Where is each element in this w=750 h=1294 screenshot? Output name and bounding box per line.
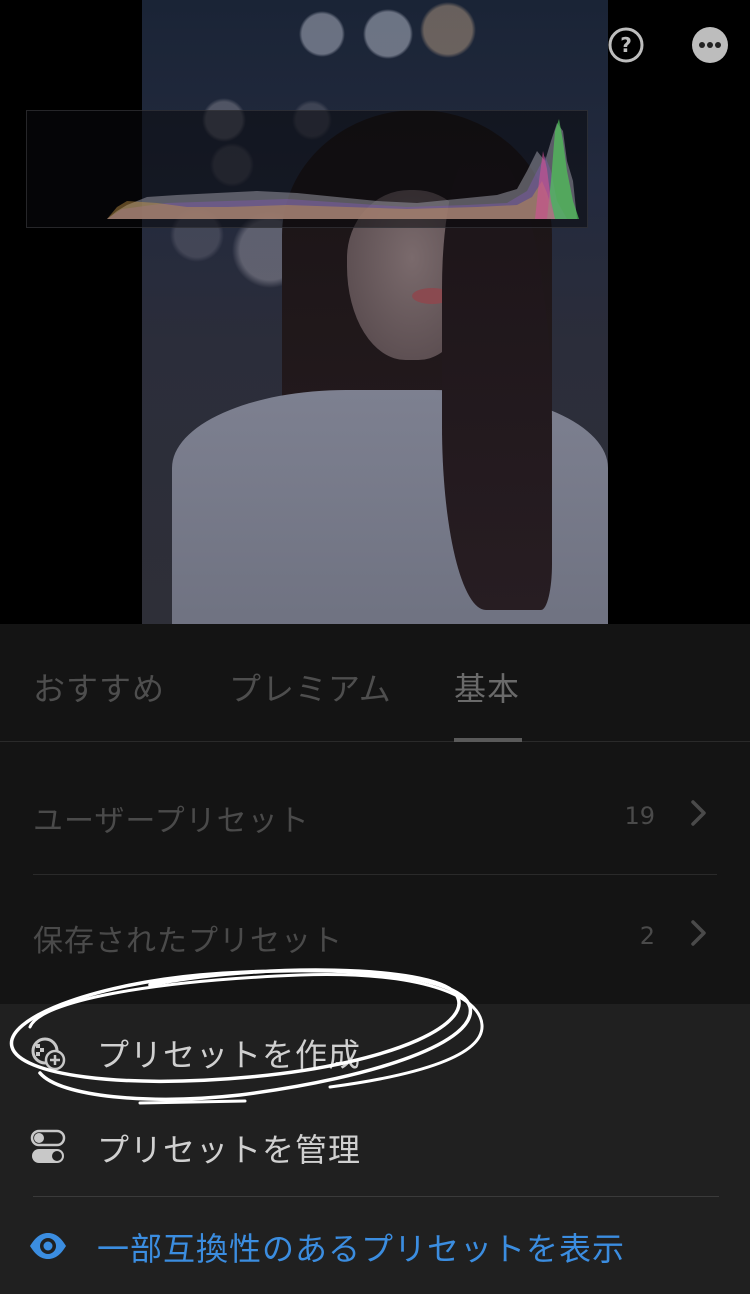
create-preset-menu-item[interactable]: プリセットを作成 [0,1004,750,1100]
show-compatible-presets-label: 一部互換性のあるプリセットを表示 [97,1230,626,1268]
tab-premium[interactable]: プレミアム [229,664,392,710]
preset-tabs: おすすめ プレミアム 基本 [0,624,750,742]
eye-icon [28,1226,68,1266]
create-preset-label: プリセットを作成 [97,1036,362,1074]
list-item-saved-presets[interactable]: 保存されたプリセット 2 [33,874,717,994]
show-compatible-presets-menu-item[interactable]: 一部互換性のあるプリセットを表示 [0,1198,750,1294]
list-item-label: 保存されたプリセット [33,924,343,959]
preset-action-sheet: プリセットを作成 プリセットを管理 一部互換性のあるプリセットを表示 [0,1004,750,1294]
histogram-graph [107,119,579,219]
list-item-user-presets[interactable]: ユーザープリセット 19 [33,754,717,875]
svg-text:?: ? [620,33,632,57]
list-item-label: ユーザープリセット [33,804,310,839]
tab-basic[interactable]: 基本 [454,664,520,710]
manage-presets-menu-item[interactable]: プリセットを管理 [0,1099,750,1195]
active-tab-indicator [454,738,522,742]
help-icon[interactable]: ? [607,26,645,64]
list-item-count: 2 [639,922,655,950]
photo-preview-area: ? [0,0,750,624]
tab-recommended[interactable]: おすすめ [33,664,165,710]
toggles-icon [28,1127,68,1167]
histogram [26,110,588,228]
manage-presets-label: プリセットを管理 [97,1131,362,1169]
menu-divider [33,1196,719,1197]
create-preset-icon [28,1032,68,1072]
chevron-right-icon [689,918,709,952]
photo-preview [142,0,608,624]
list-item-count: 19 [624,802,655,830]
chevron-right-icon [689,798,709,832]
more-options-icon[interactable] [691,26,729,64]
